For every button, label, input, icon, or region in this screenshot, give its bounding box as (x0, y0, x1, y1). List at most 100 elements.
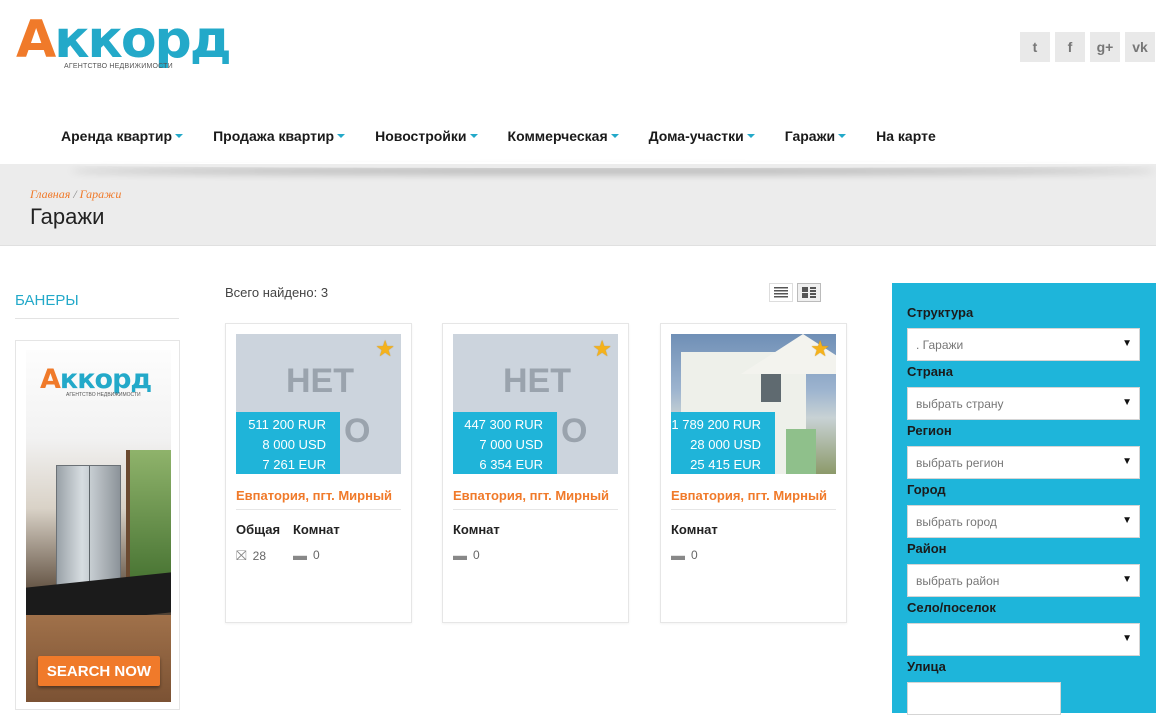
dropdown-arrow-icon: ▼ (1122, 338, 1132, 349)
page-title: Гаражи (30, 204, 105, 229)
breadcrumb-separator: / (73, 187, 77, 201)
nav-item-new-buildings[interactable]: Новостройки (360, 128, 492, 144)
caret-down-icon (610, 134, 619, 138)
search-now-button[interactable]: SEARCH NOW (38, 656, 160, 686)
listing-image[interactable]: 1 789 200 RUR 28 000 USD 25 415 EUR ★ (671, 334, 836, 474)
no-image-placeholder-suffix: О (561, 412, 588, 450)
nav-item-garages[interactable]: Гаражи (770, 128, 861, 144)
listing-title[interactable]: Евпатория, пгт. Мирный (671, 488, 827, 503)
nav-item-commercial[interactable]: Коммерческая (493, 128, 634, 144)
attr-rooms-value: ▬ 0 (293, 547, 320, 563)
caret-down-icon (337, 134, 346, 138)
no-image-placeholder: НЕТ (286, 362, 354, 400)
price-usd: 28 000 USD (690, 437, 761, 452)
price-rur: 447 300 RUR (464, 417, 543, 432)
card-divider (453, 509, 618, 510)
caret-down-icon (469, 134, 478, 138)
photo-garage-door (786, 429, 816, 474)
facebook-icon[interactable]: f (1055, 32, 1085, 62)
listing-title[interactable]: Евпатория, пгт. Мирный (453, 488, 609, 503)
filter-label-village: Село/поселок (907, 600, 996, 615)
price-eur: 7 261 EUR (262, 457, 326, 472)
listing-image[interactable]: НЕТ О 447 300 RUR 7 000 USD 6 354 EUR ★ (453, 334, 618, 474)
main-nav: Аренда квартир Продажа квартир Новострой… (46, 128, 951, 144)
bed-icon: ▬ (671, 547, 685, 563)
dropdown-arrow-icon: ▼ (1122, 515, 1132, 526)
card-divider (236, 509, 401, 510)
attr-rooms-value: ▬ 0 (671, 547, 698, 563)
price-box: 1 789 200 RUR 28 000 USD 25 415 EUR (671, 412, 775, 474)
price-rur: 511 200 RUR (248, 417, 326, 432)
caret-down-icon (746, 134, 755, 138)
card-divider (671, 509, 836, 510)
results-count: Всего найдено: 3 (225, 285, 329, 300)
filter-select-city[interactable]: выбрать город ▼ (907, 505, 1140, 538)
attr-rooms-label: Комнат (293, 522, 340, 537)
bed-icon: ▬ (453, 547, 467, 563)
attr-rooms-value: ▬ 0 (453, 547, 480, 563)
attr-area-value: ⛝ 28 (236, 547, 267, 563)
listing-title[interactable]: Евпатория, пгт. Мирный (236, 488, 392, 503)
grid-view-toggle[interactable] (797, 283, 821, 302)
price-rur: 1 789 200 RUR (671, 417, 761, 432)
filter-select-region[interactable]: выбрать регион ▼ (907, 446, 1140, 479)
price-eur: 25 415 EUR (690, 457, 761, 472)
favorite-star-icon[interactable]: ★ (375, 336, 395, 362)
favorite-star-icon[interactable]: ★ (810, 336, 830, 362)
no-image-placeholder: НЕТ (503, 362, 571, 400)
filter-select-structure[interactable]: . Гаражи ▼ (907, 328, 1140, 361)
filter-select-country[interactable]: выбрать страну ▼ (907, 387, 1140, 420)
nav-item-sell-apartments[interactable]: Продажа квартир (198, 128, 360, 144)
filter-label-region: Регион (907, 423, 952, 438)
dropdown-arrow-icon: ▼ (1122, 397, 1132, 408)
nav-item-rent-apartments[interactable]: Аренда квартир (46, 128, 198, 144)
breadcrumb: Главная / Гаражи (30, 187, 121, 202)
price-box: 447 300 RUR 7 000 USD 6 354 EUR (453, 412, 557, 474)
price-usd: 8 000 USD (262, 437, 326, 452)
filter-input-street[interactable] (907, 682, 1061, 715)
attr-rooms-label: Комнат (453, 522, 500, 537)
listing-card[interactable]: НЕТ О 511 200 RUR 8 000 USD 7 261 EUR ★ … (225, 323, 412, 623)
filter-label-structure: Структура (907, 305, 974, 320)
photo-building-window (761, 374, 781, 402)
filter-label-street: Улица (907, 659, 946, 674)
google-plus-icon[interactable]: g+ (1090, 32, 1120, 62)
caret-down-icon (838, 134, 847, 138)
grid-view-icon (802, 287, 816, 298)
dropdown-arrow-icon: ▼ (1122, 456, 1132, 467)
nav-item-houses[interactable]: Дома-участки (634, 128, 770, 144)
twitter-icon[interactable]: t (1020, 32, 1050, 62)
logo-tagline: АГЕНТСТВО НЕДВИЖИМОСТИ (64, 63, 173, 70)
listing-card[interactable]: 1 789 200 RUR 28 000 USD 25 415 EUR ★ Ев… (660, 323, 847, 623)
filter-select-village[interactable]: ▼ (907, 623, 1140, 656)
breadcrumb-current[interactable]: Гаражи (80, 187, 122, 201)
listing-card[interactable]: НЕТ О 447 300 RUR 7 000 USD 6 354 EUR ★ … (442, 323, 629, 623)
bed-icon: ▬ (293, 547, 307, 563)
attr-area-label: Общая (236, 522, 281, 537)
banner-logo: Aккорд (40, 364, 152, 395)
no-image-placeholder-suffix: О (344, 412, 371, 450)
price-usd: 7 000 USD (479, 437, 543, 452)
favorite-star-icon[interactable]: ★ (592, 336, 612, 362)
dropdown-arrow-icon: ▼ (1122, 633, 1132, 644)
listing-image[interactable]: НЕТ О 511 200 RUR 8 000 USD 7 261 EUR ★ (236, 334, 401, 474)
site-logo[interactable]: Aккорд АГЕНТСТВО НЕДВИЖИМОСТИ (16, 12, 246, 74)
sidebar-title: БАНЕРЫ (15, 292, 79, 309)
nav-item-map[interactable]: На карте (861, 128, 951, 144)
list-view-icon (774, 287, 788, 298)
banner-box: Aккорд АГЕНТСТВО НЕДВИЖИМОСТИ SEARCH NOW (15, 340, 180, 710)
ad-banner[interactable]: Aккорд АГЕНТСТВО НЕДВИЖИМОСТИ SEARCH NOW (26, 350, 171, 702)
filter-select-district[interactable]: выбрать район ▼ (907, 564, 1140, 597)
vk-icon[interactable]: vk (1125, 32, 1155, 62)
search-filter-panel: Структура . Гаражи ▼ Страна выбрать стран… (892, 283, 1156, 715)
breadcrumb-home-link[interactable]: Главная (30, 187, 70, 201)
filter-label-city: Город (907, 482, 946, 497)
nav-shadow (0, 162, 1156, 182)
dropdown-arrow-icon: ▼ (1122, 574, 1132, 585)
caret-down-icon (175, 134, 184, 138)
list-view-toggle[interactable] (769, 283, 793, 302)
sidebar-divider (15, 318, 179, 319)
price-eur: 6 354 EUR (479, 457, 543, 472)
area-icon: ⛝ (236, 547, 247, 563)
attr-rooms-label: Комнат (671, 522, 718, 537)
